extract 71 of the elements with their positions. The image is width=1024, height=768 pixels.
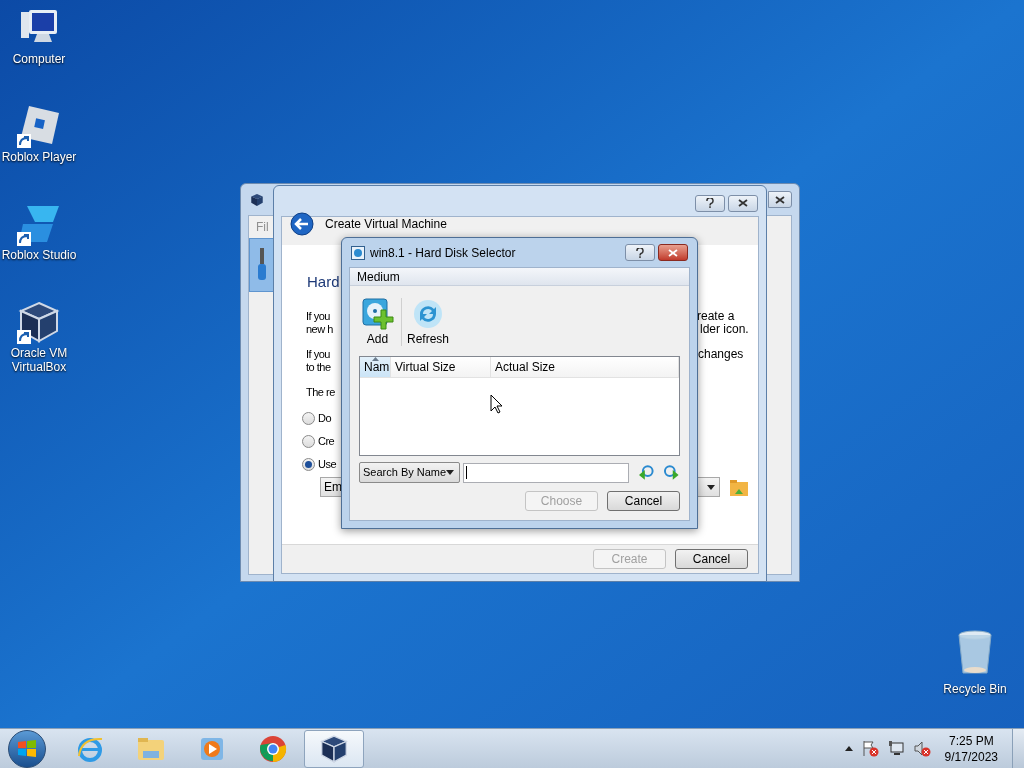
column-header[interactable]: Nam — [360, 357, 391, 377]
desktop-icon-label[interactable]: Roblox Player — [0, 150, 78, 164]
help-button[interactable] — [625, 244, 655, 261]
taskbar-button[interactable] — [304, 729, 364, 768]
caret-icon — [446, 470, 455, 475]
radio-button[interactable] — [302, 457, 315, 471]
close-icon — [738, 199, 748, 207]
column-header[interactable]: Actual Size — [491, 357, 679, 377]
clock-date[interactable]: 9/17/2023 — [944, 748, 998, 765]
radio-label: Cre — [318, 434, 335, 449]
page-heading: Hard — [307, 272, 340, 292]
mouse-pointer-icon — [490, 394, 503, 414]
dialog-button[interactable]: Cancel — [675, 549, 748, 569]
dialog-button[interactable]: Cancel — [607, 491, 680, 511]
dialog-title: win8.1 - Hard Disk Selector — [370, 244, 517, 262]
cube-icon[interactable] — [319, 733, 349, 764]
chrome-icon[interactable] — [258, 733, 288, 764]
show-hidden-icon[interactable] — [844, 746, 853, 751]
radio-button[interactable] — [302, 411, 315, 425]
flag-error-icon[interactable] — [861, 740, 879, 757]
question-icon — [706, 198, 714, 208]
description-text: The re — [306, 386, 335, 399]
start-button[interactable] — [8, 729, 46, 768]
disk-add-icon — [361, 298, 394, 330]
description-text: changes — [698, 348, 744, 361]
tool-icon — [257, 248, 267, 282]
sort-arrow-icon — [372, 357, 379, 361]
shortcut-arrow-icon — [17, 232, 31, 246]
cube-icon — [250, 192, 264, 207]
windows-logo-icon — [17, 739, 37, 758]
close-button[interactable] — [768, 191, 792, 208]
radio-button[interactable] — [302, 434, 315, 448]
speaker-muted-icon[interactable] — [913, 740, 931, 757]
close-button[interactable] — [658, 244, 688, 261]
radio-label: Use — [318, 457, 337, 472]
close-icon — [775, 195, 785, 204]
column-header[interactable]: Virtual Size — [391, 357, 491, 377]
clock-time[interactable]: 7:25 PM — [948, 732, 994, 749]
sidebar-item[interactable] — [249, 238, 275, 292]
close-button[interactable] — [728, 194, 758, 212]
radio-label: Do — [318, 411, 332, 426]
toolbar-button[interactable]: Refresh — [404, 298, 452, 346]
question-icon — [636, 247, 644, 258]
description-text: lder icon. — [700, 323, 749, 336]
close-icon — [668, 248, 678, 257]
toolbar-button[interactable]: Add — [354, 298, 402, 346]
disk-icon — [351, 245, 365, 260]
desktop-icon-label[interactable]: Roblox Studio — [0, 248, 78, 262]
trash-bin-icon — [957, 630, 993, 676]
search-field[interactable] — [463, 462, 629, 483]
desktop-icon-label[interactable]: Computer — [0, 52, 78, 66]
description-text: to the — [306, 361, 331, 374]
folder-icon[interactable] — [730, 479, 748, 496]
search-mode-dropdown[interactable]: Search By Name — [359, 462, 461, 483]
network-icon[interactable] — [887, 740, 905, 757]
description-text: If you — [306, 348, 330, 361]
description-text: reate a — [697, 310, 735, 323]
shortcut-arrow-icon — [17, 330, 31, 344]
desktop-icon-label[interactable]: Recycle Bin — [943, 680, 1007, 698]
refresh-icon — [412, 298, 444, 330]
caret-icon — [707, 484, 715, 490]
section-header: Medium — [350, 268, 689, 286]
search-previous-icon[interactable] — [637, 464, 655, 481]
cube-icon — [17, 300, 61, 344]
desktop-icon-label[interactable]: Oracle VM VirtualBox — [0, 346, 78, 374]
wizard-title: Create Virtual Machine — [325, 216, 447, 233]
description-text: If you — [306, 310, 330, 323]
help-button[interactable] — [695, 194, 725, 212]
description-text: new h — [306, 323, 333, 336]
search-next-icon[interactable] — [663, 464, 680, 481]
shortcut-arrow-icon — [17, 134, 31, 148]
